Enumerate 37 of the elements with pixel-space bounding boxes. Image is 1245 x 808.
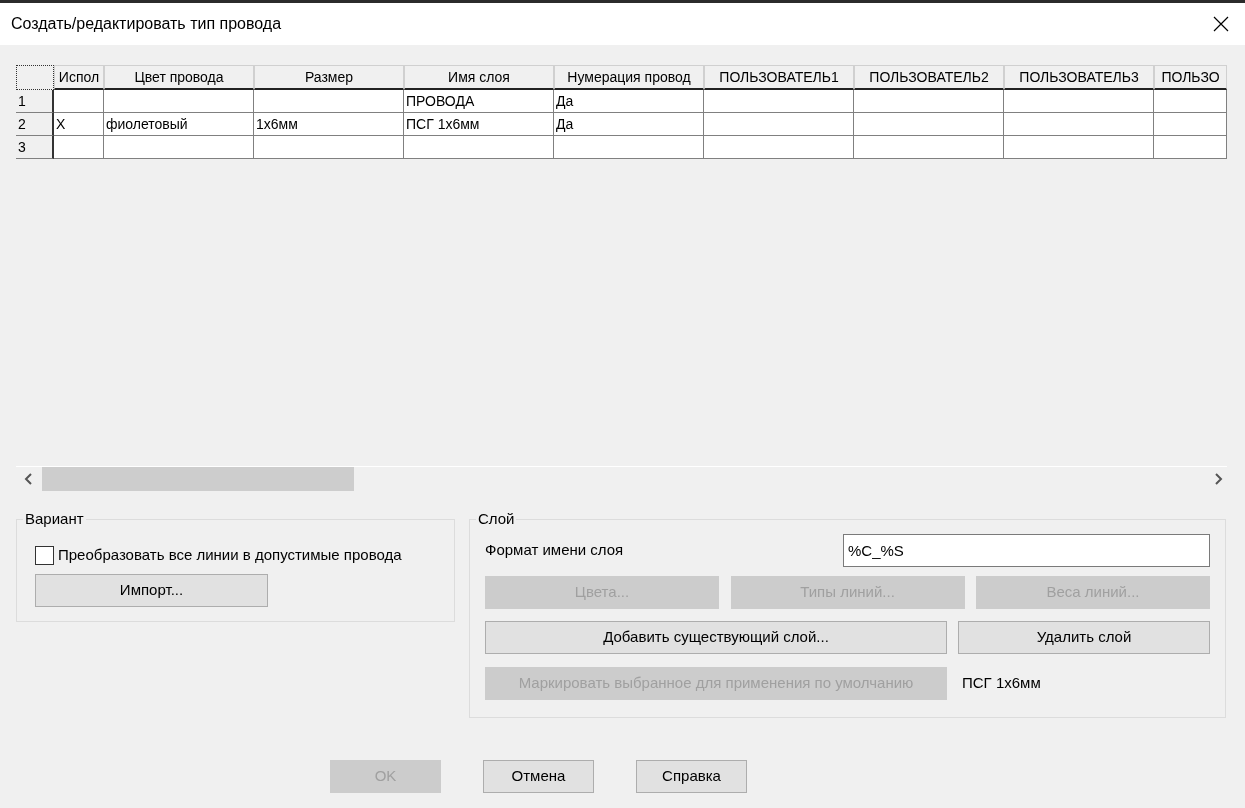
dialog-button[interactable]: Справка xyxy=(636,760,747,793)
table-cell: ПСГ 1x6мм xyxy=(404,113,554,136)
dialog-button[interactable]: Отмена xyxy=(483,760,594,793)
table-corner xyxy=(16,65,54,90)
column-header: ПОЛЬЗОВАТЕЛЬ3 xyxy=(1004,65,1154,90)
scroll-left-icon[interactable] xyxy=(24,473,34,485)
table-cell: фиолетовый xyxy=(104,113,254,136)
table-cell xyxy=(54,136,104,159)
scroll-right-icon[interactable] xyxy=(1213,473,1223,485)
scrollbar-thumb[interactable] xyxy=(42,467,354,491)
column-header: Испол xyxy=(54,65,104,90)
add-layer-button[interactable]: Добавить существующий слой... xyxy=(485,621,947,654)
table-cell: X xyxy=(54,113,104,136)
row-number: 3 xyxy=(16,136,54,159)
column-header: Цвет провода xyxy=(104,65,254,90)
column-header: Имя слоя xyxy=(404,65,554,90)
default-layer-name: ПСГ 1x6мм xyxy=(962,673,1041,694)
close-icon[interactable] xyxy=(1213,16,1229,32)
field-label: Формат имени слоя xyxy=(485,540,624,561)
table-cell: ПРОВОДА xyxy=(404,90,554,113)
delete-layer-button[interactable]: Удалить слой xyxy=(958,621,1210,654)
column-header: Размер xyxy=(254,65,404,90)
column-header: ПОЛЬЗО xyxy=(1154,65,1227,90)
table-cell: Да xyxy=(554,113,704,136)
table-cell: 1x6мм xyxy=(254,113,404,136)
column-header: Нумерация провод xyxy=(554,65,704,90)
import-button[interactable]: Импорт... xyxy=(35,573,268,607)
table-cell: Да xyxy=(554,90,704,113)
layer-format-field[interactable]: %C_%S xyxy=(843,534,1210,567)
row-number: 2 xyxy=(16,113,54,136)
checkbox[interactable] xyxy=(35,545,54,565)
column-header: ПОЛЬЗОВАТЕЛЬ2 xyxy=(854,65,1004,90)
window-title: Создать/редактировать тип провода xyxy=(11,14,282,34)
column-header: ПОЛЬЗОВАТЕЛЬ1 xyxy=(704,65,854,90)
row-number: 1 xyxy=(16,90,54,113)
checkbox-label: Преобразовать все линии в допустимые провода xyxy=(58,545,402,565)
table-cell xyxy=(54,90,104,113)
